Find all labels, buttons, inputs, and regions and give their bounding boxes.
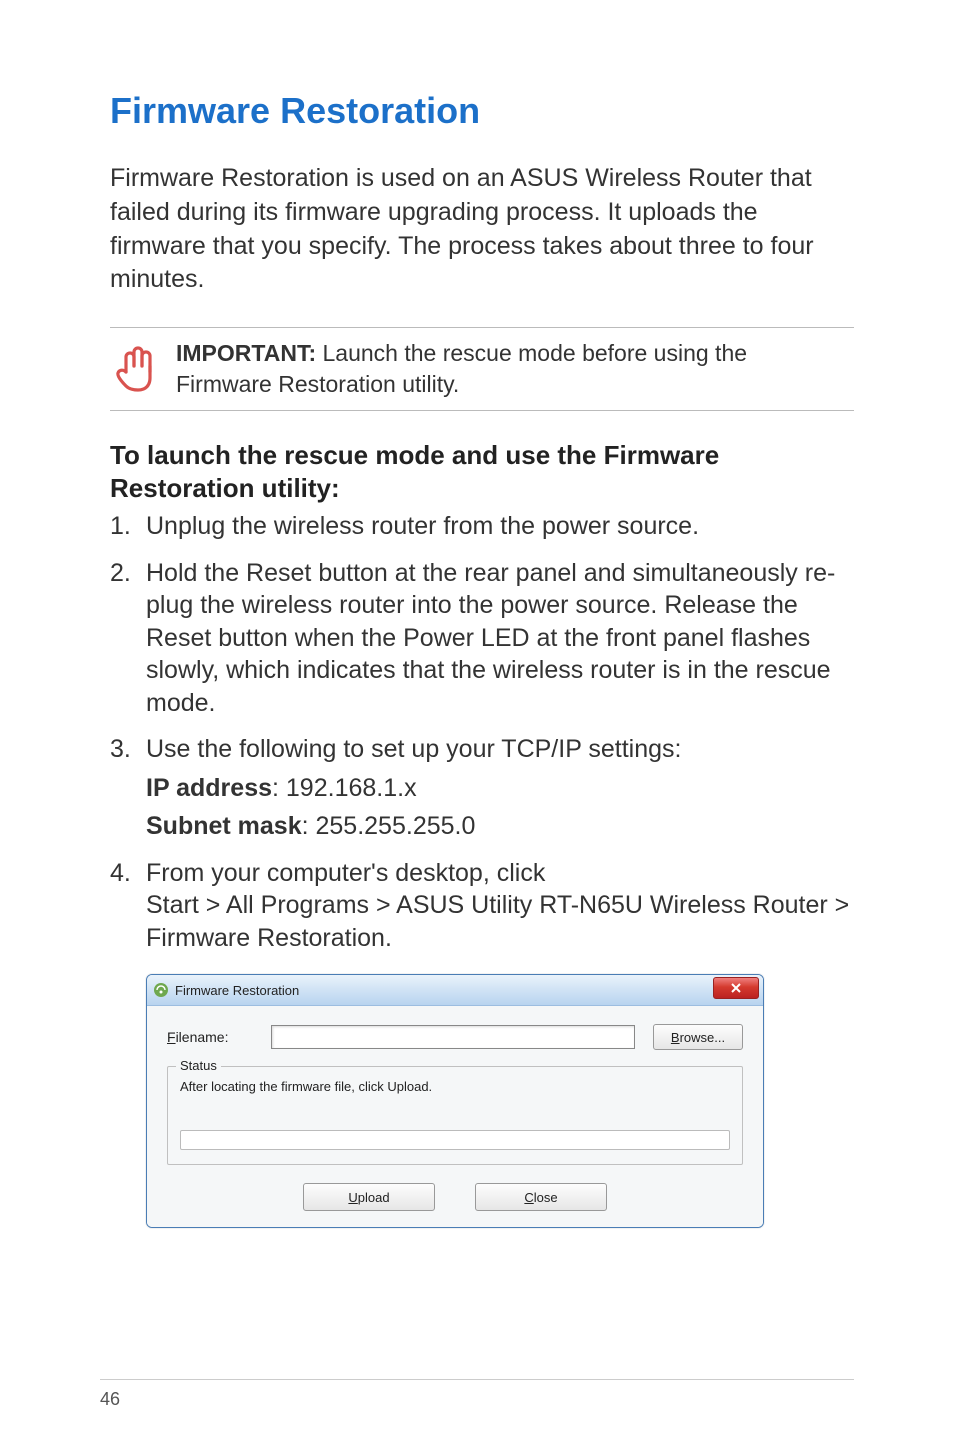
subnet-mask-label: Subnet mask — [146, 812, 302, 840]
important-label: IMPORTANT: — [176, 340, 316, 366]
status-group: Status After locating the firmware file,… — [167, 1066, 743, 1165]
filename-input[interactable] — [271, 1025, 635, 1049]
step-4-period: . — [385, 924, 392, 952]
important-callout: IMPORTANT: Launch the rescue mode before… — [110, 327, 854, 411]
page-number: 46 — [100, 1389, 120, 1410]
step-4-gt2: > — [369, 891, 396, 919]
app-icon — [153, 982, 169, 998]
step-3: Use the following to set up your TCP/IP … — [110, 733, 854, 843]
step-2: Hold the Reset button at the rear panel … — [110, 557, 854, 720]
step-3-intro: Use the following to set up your TCP/IP … — [146, 735, 681, 763]
step-4-start: Start — [146, 891, 199, 919]
upload-button[interactable]: Upload — [303, 1183, 435, 1211]
step-4-gt1: > — [199, 891, 226, 919]
status-legend: Status — [176, 1058, 221, 1073]
upload-rest: pload — [358, 1190, 390, 1205]
progress-bar — [180, 1130, 730, 1150]
step-4-firmware: Firmware Restoration — [146, 924, 385, 952]
filename-label-rest: ilename: — [176, 1029, 229, 1045]
browse-button[interactable]: Browse... — [653, 1024, 743, 1050]
app-screenshot: Firmware Restoration Filename: Browse...… — [146, 974, 764, 1228]
procedure-heading: To launch the rescue mode and use the Fi… — [110, 439, 854, 504]
app-window: Firmware Restoration Filename: Browse...… — [146, 974, 764, 1228]
ip-address-label: IP address — [146, 774, 272, 802]
upload-accelerator: U — [348, 1190, 357, 1205]
step-4-gt3: > — [828, 891, 850, 919]
step-1: Unplug the wireless router from the powe… — [110, 510, 854, 543]
step-4-utility: ASUS Utility RT-N65U Wireless Router — [396, 891, 828, 919]
step-4: From your computer's desktop, click Star… — [110, 857, 854, 955]
section-title: Firmware Restoration — [110, 90, 854, 132]
browse-rest: rowse... — [680, 1030, 726, 1045]
close-icon — [730, 982, 742, 994]
important-text: IMPORTANT: Launch the rescue mode before… — [176, 338, 854, 400]
filename-row: Filename: Browse... — [167, 1024, 743, 1050]
filename-label: Filename: — [167, 1029, 253, 1045]
step-4-pre: From your computer's desktop, click — [146, 859, 545, 887]
steps-list: Unplug the wireless router from the powe… — [110, 510, 854, 954]
close-dialog-button[interactable]: Close — [475, 1183, 607, 1211]
ip-address-value: : 192.168.1.x — [272, 774, 417, 802]
titlebar[interactable]: Firmware Restoration — [147, 975, 763, 1006]
step-4-programs: All Programs — [226, 891, 369, 919]
window-title: Firmware Restoration — [175, 983, 299, 998]
close-button[interactable] — [713, 977, 759, 999]
window-body: Filename: Browse... Status After locatin… — [147, 1006, 763, 1227]
hand-icon — [110, 342, 160, 392]
status-message: After locating the firmware file, click … — [180, 1079, 730, 1094]
browse-accelerator: B — [671, 1030, 680, 1045]
subnet-mask-value: : 255.255.255.0 — [302, 812, 476, 840]
filename-accelerator: F — [167, 1029, 176, 1045]
close-rest: lose — [534, 1190, 558, 1205]
footer-rule — [100, 1379, 854, 1380]
button-row: Upload Close — [167, 1183, 743, 1211]
intro-paragraph: Firmware Restoration is used on an ASUS … — [110, 162, 854, 297]
close-accelerator: C — [524, 1190, 533, 1205]
